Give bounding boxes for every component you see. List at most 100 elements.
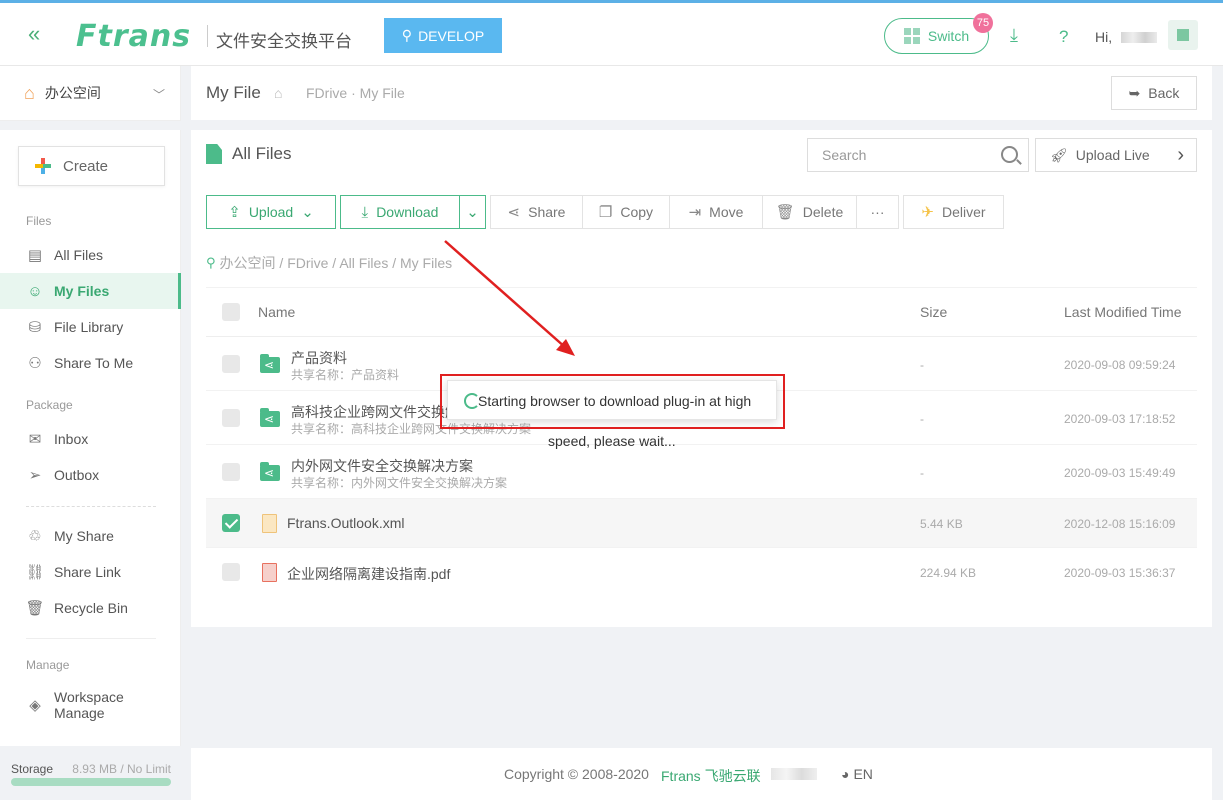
sidebar-item-my-share[interactable]: ♲ My Share [0,518,181,554]
section-files: Files [26,214,52,228]
back-button[interactable]: ➥ Back [1111,76,1197,110]
logo-divider [207,25,208,47]
file-size: 5.44 KB [920,517,963,531]
modified-time: 2020-09-03 15:36:37 [1064,566,1176,580]
greeting: Hi, [1095,29,1113,45]
sidebar-item-workspace-manage[interactable]: ◈ Workspace Manage [0,684,181,726]
delete-label: Delete [802,204,844,220]
current-path-text: 办公空间 / FDrive / All Files / My Files [219,255,453,271]
deliver-label: Deliver [942,204,986,220]
upload-live-label: Upload Live [1075,147,1150,163]
avatar[interactable] [1168,20,1198,50]
table-row[interactable]: 企业网络隔离建设指南.pdf 224.94 KB 2020-09-03 15:3… [206,548,1197,597]
row-checkbox[interactable] [222,463,240,481]
file-name[interactable]: 企业网络隔离建设指南.pdf [287,564,450,584]
search-placeholder: Search [822,147,867,163]
help-icon[interactable]: ? [1059,27,1068,47]
download-dropdown-button[interactable]: ⌄ [459,195,486,229]
divider [26,638,156,639]
page-title: My File [206,83,261,102]
more-button[interactable]: ··· [856,195,899,229]
workspace-name: 办公空间 [44,85,101,101]
annotation-highlight-box [440,374,785,429]
modified-time: 2020-12-08 15:16:09 [1064,517,1176,531]
select-all-checkbox[interactable] [222,303,240,321]
home-icon[interactable]: ⌂ [274,85,282,101]
sidebar-item-label: My Share [54,528,114,544]
trash-icon: 🗑 [775,204,795,221]
breadcrumb: My File ⌂ FDrive · My File ➥ Back [191,66,1212,120]
column-modified[interactable]: Last Modified Time [1064,304,1182,320]
download-tray-icon[interactable]: ⤓ [1010,25,1018,46]
sidebar-item-label: Share Link [54,564,121,580]
chevron-right-icon: › [1177,144,1184,166]
storage-label: Storage [11,762,54,776]
table-row[interactable]: Ftrans.Outlook.xml 5.44 KB 2020-12-08 15… [206,499,1197,548]
sidebar-item-share-to-me[interactable]: ⚇ Share To Me [0,345,181,381]
drive-icon: ⛁ [28,319,42,336]
create-button[interactable]: Create [18,146,165,186]
environment-button[interactable]: ⚲ DEVELOP [384,18,502,53]
sidebar-item-all-files[interactable]: ▤ All Files [0,237,181,273]
download-icon: ⤓ [361,203,369,221]
sidebar-item-file-library[interactable]: ⛁ File Library [0,309,181,345]
sidebar-item-label: Outbox [54,467,100,483]
share-icon: ⋖ [507,204,521,221]
panel-header: All Files [206,144,292,164]
file-name[interactable]: 内外网文件安全交换解决方案 [291,456,473,476]
sidebar-item-share-link[interactable]: ⛓ Share Link [0,554,181,590]
copy-button[interactable]: ❐ Copy [582,195,670,229]
upload-button[interactable]: ⇪ Upload ⌄ [206,195,336,229]
row-checkbox[interactable] [222,409,240,427]
upload-live-button[interactable]: 🚀︎ Upload Live › [1035,138,1197,172]
share-button[interactable]: ⋖ Share [490,195,583,229]
username-redacted [1121,32,1157,43]
delete-button[interactable]: 🗑 Delete [762,195,857,229]
column-size[interactable]: Size [920,304,947,320]
sidebar-item-label: File Library [54,319,124,335]
sidebar-item-label: Share To Me [54,355,134,371]
xml-file-icon [262,514,277,533]
share-cycle-icon: ♲ [28,528,42,545]
workspace-select[interactable]: ⌂ 办公空间 ﹀ [0,66,181,121]
share-label: Share [528,204,566,220]
sidebar-item-label: Recycle Bin [54,600,128,616]
move-button[interactable]: ⇥ Move [669,195,763,229]
footer-brand[interactable]: Ftrans 飞驰云联 [661,766,761,786]
file-name[interactable]: Ftrans.Outlook.xml [287,515,404,531]
row-checkbox[interactable] [222,563,240,581]
notification-badge: 75 [973,13,993,33]
download-button[interactable]: ⤓ Download [340,195,460,229]
rocket-icon: 🚀︎ [1050,146,1068,163]
file-name[interactable]: 产品资料 [291,348,347,368]
move-icon: ⇥ [688,204,702,221]
create-label: Create [63,157,109,175]
upload-icon: ⇪ [228,204,241,221]
row-checkbox[interactable] [222,355,240,373]
file-size: - [920,466,924,480]
collapse-icon[interactable]: « [28,23,40,45]
storage-progress-bar [11,778,171,786]
location-pin-icon: ⚲ [401,27,413,43]
sidebar-item-outbox[interactable]: ➢ Outbox [0,457,181,493]
sidebar-item-my-files[interactable]: ☺ My Files [0,273,181,309]
plus-icon [35,158,51,174]
sidebar-item-inbox[interactable]: ✉ Inbox [0,421,181,457]
sidebar-item-recycle-bin[interactable]: 🗑 Recycle Bin [0,590,181,626]
column-name[interactable]: Name [258,304,295,320]
deliver-button[interactable]: ✈ Deliver [903,195,1004,229]
table-row[interactable]: 内外网文件安全交换解决方案 共享名称：内外网文件安全交换解决方案 - 2020-… [206,445,1197,499]
panel-title: All Files [232,144,292,163]
chevron-down-icon: ⌄ [466,204,479,221]
redacted-text [771,768,817,780]
file-icon [206,144,222,164]
language-label: EN [853,766,873,782]
shared-folder-icon [260,354,280,373]
sidebar: ⌂ 办公空间 ﹀ Create Files ▤ All Files ☺ My F… [0,66,181,800]
breadcrumb-path[interactable]: FDrive · My File [306,85,405,101]
row-checkbox[interactable] [222,514,240,532]
search-icon[interactable] [1001,146,1018,163]
language-switch[interactable]: ◕ EN [841,766,873,782]
divider [0,121,181,130]
search-input[interactable]: Search [807,138,1029,172]
